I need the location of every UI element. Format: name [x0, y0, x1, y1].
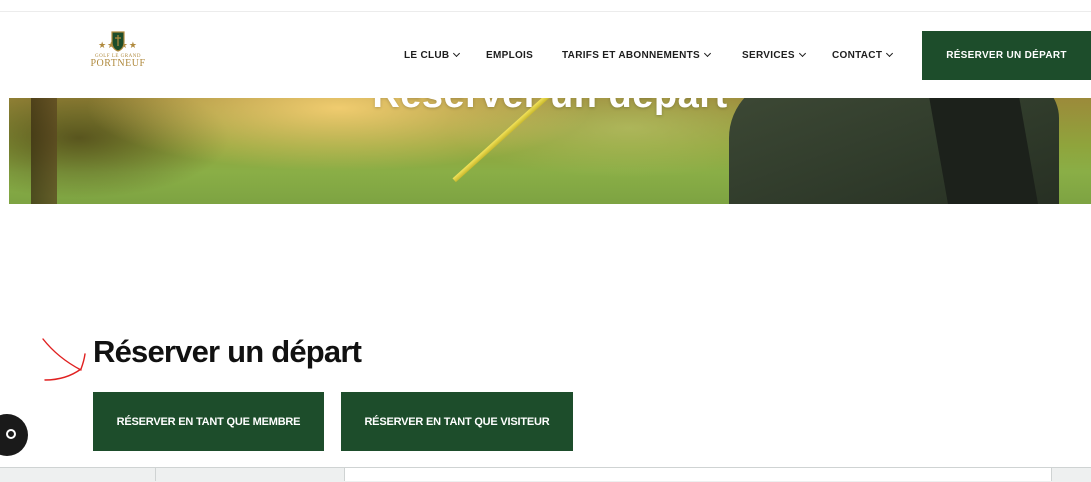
nav-tarifs-label: TARIFS ET ABONNEMENTS: [562, 50, 700, 61]
nav-le-club-label: LE CLUB: [404, 50, 450, 61]
reserve-as-member-button[interactable]: RÉSERVER EN TANT QUE MEMBRE: [93, 392, 324, 451]
bottom-bar-divider: [155, 467, 156, 481]
logo-line2: PORTNEUF: [90, 58, 146, 69]
nav-emplois-label: EMPLOIS: [486, 50, 534, 61]
fab-ring-icon: [6, 429, 16, 439]
reserve-departure-nav-button[interactable]: RÉSERVER UN DÉPART: [922, 31, 1091, 80]
chevron-down-icon: [453, 49, 461, 58]
site-header: ★★ ★★ GOLF LE GRAND PORTNEUF LE CLUB EMP…: [0, 12, 1091, 98]
reserve-as-visitor-button[interactable]: RÉSERVER EN TANT QUE VISITEUR: [341, 392, 573, 451]
bottom-bar-divider: [1051, 467, 1052, 481]
nav-contact[interactable]: CONTACT: [832, 49, 894, 61]
crest-icon: [111, 31, 125, 52]
nav-emplois[interactable]: EMPLOIS: [486, 50, 533, 61]
hero-title: Réserver un départ: [9, 98, 1091, 117]
bottom-bar-panel: [345, 468, 1051, 481]
chevron-down-icon: [798, 49, 806, 58]
annotation-arrow-icon: [42, 338, 86, 381]
page-heading: Réserver un départ: [93, 334, 362, 369]
nav-services[interactable]: SERVICES: [742, 49, 806, 61]
site-logo[interactable]: ★★ ★★ GOLF LE GRAND PORTNEUF: [80, 28, 156, 88]
chevron-down-icon: [703, 49, 712, 58]
nav-le-club[interactable]: LE CLUB: [404, 49, 461, 61]
nav-tarifs[interactable]: TARIFS ET ABONNEMENTS: [562, 49, 712, 61]
nav-contact-label: CONTACT: [832, 50, 883, 61]
chevron-down-icon: [886, 49, 894, 58]
hero-banner: Réserver un départ: [9, 98, 1091, 204]
nav-services-label: SERVICES: [742, 50, 795, 61]
